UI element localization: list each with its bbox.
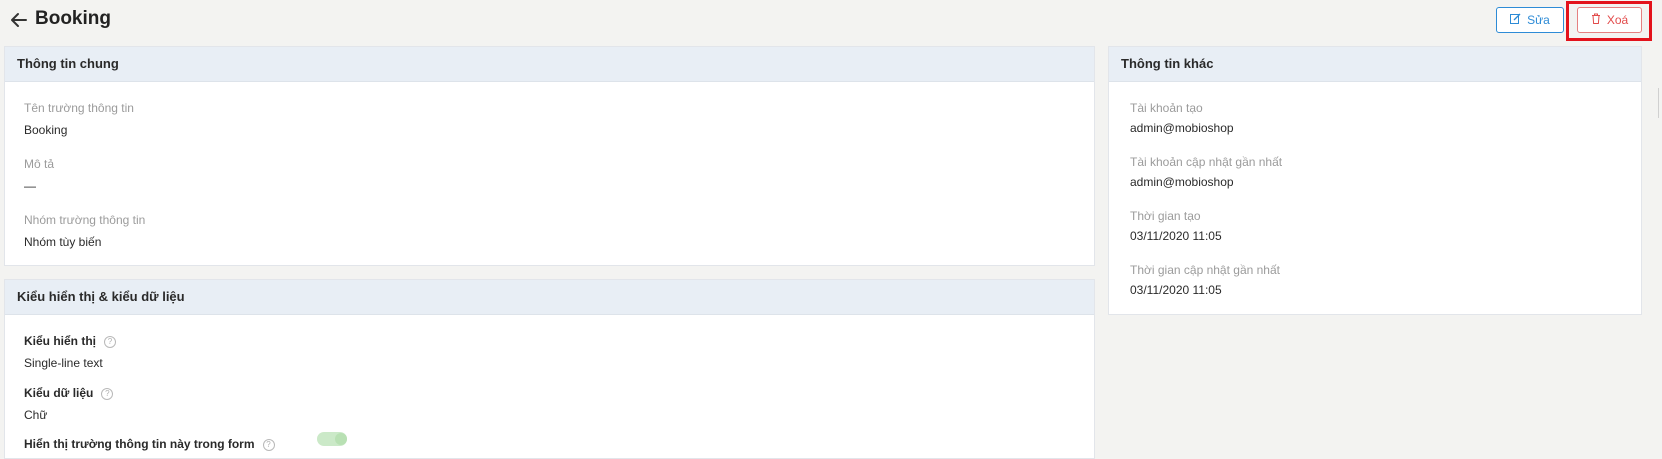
edit-button-label: Sửa bbox=[1527, 13, 1550, 27]
created-by-label: Tài khoản tạo bbox=[1130, 101, 1203, 115]
field-name-value: Booking bbox=[24, 123, 68, 137]
data-type-value: Chữ bbox=[24, 408, 48, 422]
side-panel-edge bbox=[1658, 88, 1662, 118]
display-type-title: Kiểu hiển thị & kiểu dữ liệu bbox=[5, 280, 1094, 315]
field-group-value: Nhóm tùy biến bbox=[24, 235, 102, 249]
updated-time-label: Thời gian cập nhật gần nhất bbox=[1130, 263, 1280, 277]
other-info-title: Thông tin khác bbox=[1109, 47, 1641, 82]
general-info-title: Thông tin chung bbox=[5, 47, 1094, 82]
created-time-value: 03/11/2020 11:05 bbox=[1130, 229, 1222, 243]
data-type-label: Kiểu dữ liệu? bbox=[24, 386, 114, 400]
created-by-value: admin@mobioshop bbox=[1130, 121, 1234, 135]
question-circle-icon[interactable]: ? bbox=[101, 387, 114, 400]
field-name-label: Tên trường thông tin bbox=[24, 101, 134, 115]
page-title: Booking bbox=[35, 8, 111, 29]
display-type-value: Single-line text bbox=[24, 356, 103, 370]
created-time-label: Thời gian tạo bbox=[1130, 209, 1201, 223]
top-bar: Booking Sửa Xoá bbox=[0, 0, 1662, 42]
show-in-form-label-text: Hiển thị trường thông tin này trong form bbox=[24, 437, 255, 451]
question-circle-icon[interactable]: ? bbox=[104, 335, 116, 348]
description-value: — bbox=[24, 179, 36, 193]
field-group-label: Nhóm trường thông tin bbox=[24, 213, 146, 227]
display-type-card: Kiểu hiển thị & kiểu dữ liệu Kiểu hiển t… bbox=[4, 279, 1095, 459]
data-type-label-text: Kiểu dữ liệu bbox=[24, 386, 94, 400]
arrow-left-icon[interactable] bbox=[9, 10, 29, 30]
updated-by-label: Tài khoản cập nhật gần nhất bbox=[1130, 155, 1283, 169]
updated-time-value: 03/11/2020 11:05 bbox=[1130, 283, 1222, 297]
display-type-label-text: Kiểu hiển thị bbox=[24, 334, 96, 348]
show-in-form-label: Hiển thị trường thông tin này trong form… bbox=[24, 437, 275, 451]
highlight-box bbox=[1566, 1, 1652, 41]
other-info-card: Thông tin khác Tài khoản tạo admin@mobio… bbox=[1108, 46, 1642, 315]
edit-icon bbox=[1510, 13, 1521, 27]
description-label: Mô tả bbox=[24, 157, 55, 171]
updated-by-value: admin@mobioshop bbox=[1130, 175, 1234, 189]
edit-button[interactable]: Sửa bbox=[1496, 7, 1564, 33]
general-info-card: Thông tin chung Tên trường thông tin Boo… bbox=[4, 46, 1095, 266]
toggle-knob bbox=[335, 433, 347, 445]
display-type-label: Kiểu hiển thị? bbox=[24, 334, 116, 348]
